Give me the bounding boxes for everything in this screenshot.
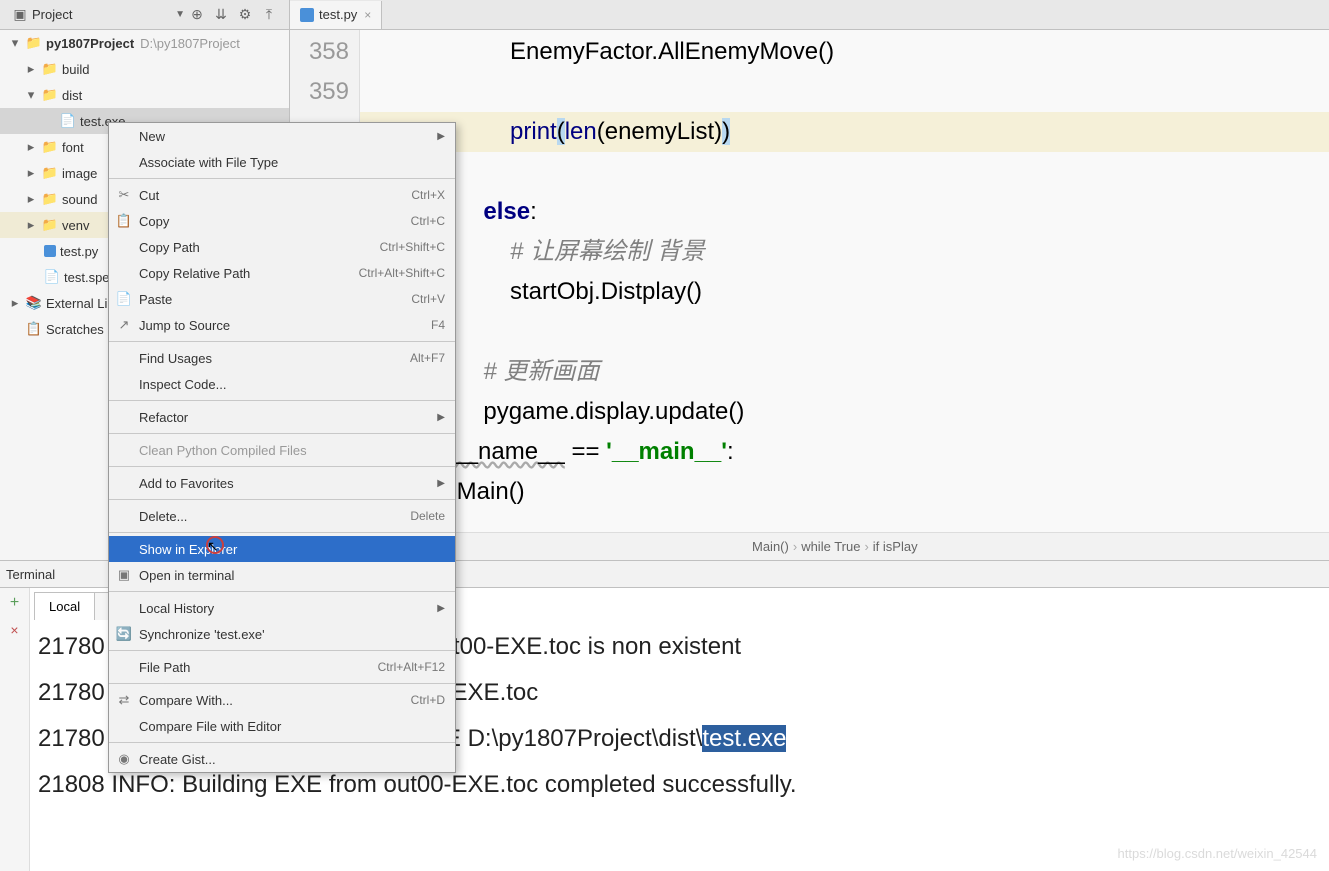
target-icon[interactable]: ⊕ (188, 6, 206, 24)
menu-compare-editor[interactable]: Compare File with Editor (109, 713, 455, 739)
scissors-icon: ✂ (116, 187, 132, 203)
tab-close-icon[interactable]: × (364, 8, 371, 22)
collapse-icon[interactable]: ⇊ (212, 6, 230, 24)
menu-cut[interactable]: ✂CutCtrl+X (109, 182, 455, 208)
menu-delete[interactable]: Delete...Delete (109, 503, 455, 529)
project-toolbar: ▣ Project ▼ ⊕ ⇊ ⚙ ⤒ (0, 0, 290, 29)
menu-clean: Clean Python Compiled Files (109, 437, 455, 463)
menu-file-path[interactable]: File PathCtrl+Alt+F12 (109, 654, 455, 680)
menu-copy-path[interactable]: Copy PathCtrl+Shift+C (109, 234, 455, 260)
menu-paste[interactable]: 📄PasteCtrl+V (109, 286, 455, 312)
menu-refactor[interactable]: Refactor▶ (109, 404, 455, 430)
tree-folder-dist[interactable]: ▾📁dist (0, 82, 289, 108)
hide-icon[interactable]: ⤒ (260, 6, 278, 24)
code-area[interactable]: EnemyFactor.AllEnemyMove() print(len(ene… (360, 30, 1329, 560)
context-menu: New▶ Associate with File Type ✂CutCtrl+X… (108, 122, 456, 773)
gear-icon[interactable]: ⚙ (236, 6, 254, 24)
terminal-add-icon[interactable]: + (10, 594, 19, 612)
project-label[interactable]: Project (32, 7, 72, 22)
tab-label: test.py (319, 7, 357, 22)
menu-open-terminal[interactable]: ▣Open in terminal (109, 562, 455, 588)
project-header-icon: ▣ (11, 6, 29, 24)
menu-copy-rel[interactable]: Copy Relative PathCtrl+Alt+Shift+C (109, 260, 455, 286)
copy-icon: 📋 (116, 213, 132, 229)
menu-gist[interactable]: ◉Create Gist... (109, 746, 455, 772)
tree-root[interactable]: ▾📁 py1807ProjectD:\py1807Project (0, 30, 289, 56)
terminal-sidebar: + × (0, 588, 30, 871)
menu-sync[interactable]: 🔄Synchronize 'test.exe' (109, 621, 455, 647)
jump-icon: ↗ (116, 317, 132, 333)
menu-local-history[interactable]: Local History▶ (109, 595, 455, 621)
tree-folder-build[interactable]: ▸📁build (0, 56, 289, 82)
menu-associate[interactable]: Associate with File Type (109, 149, 455, 175)
terminal-icon: ▣ (116, 567, 132, 583)
menu-compare-with[interactable]: ⇄Compare With...Ctrl+D (109, 687, 455, 713)
editor-tab[interactable]: test.py × (290, 1, 382, 29)
python-file-icon (300, 8, 314, 22)
watermark: https://blog.csdn.net/weixin_42544 (1118, 846, 1317, 861)
menu-show-explorer[interactable]: Show in Explorer (109, 536, 455, 562)
menu-inspect[interactable]: Inspect Code... (109, 371, 455, 397)
terminal-tab-local[interactable]: Local (34, 592, 95, 620)
menu-copy[interactable]: 📋CopyCtrl+C (109, 208, 455, 234)
compare-icon: ⇄ (116, 692, 132, 708)
github-icon: ◉ (116, 751, 132, 767)
menu-new[interactable]: New▶ (109, 123, 455, 149)
sync-icon: 🔄 (116, 626, 132, 642)
editor-tab-bar: test.py × (290, 0, 1329, 29)
menu-jump[interactable]: ↗Jump to SourceF4 (109, 312, 455, 338)
terminal-close-icon[interactable]: × (10, 622, 18, 638)
menu-favorites[interactable]: Add to Favorites▶ (109, 470, 455, 496)
paste-icon: 📄 (116, 291, 132, 307)
project-dropdown-icon[interactable]: ▼ (175, 9, 185, 20)
menu-find-usages[interactable]: Find UsagesAlt+F7 (109, 345, 455, 371)
